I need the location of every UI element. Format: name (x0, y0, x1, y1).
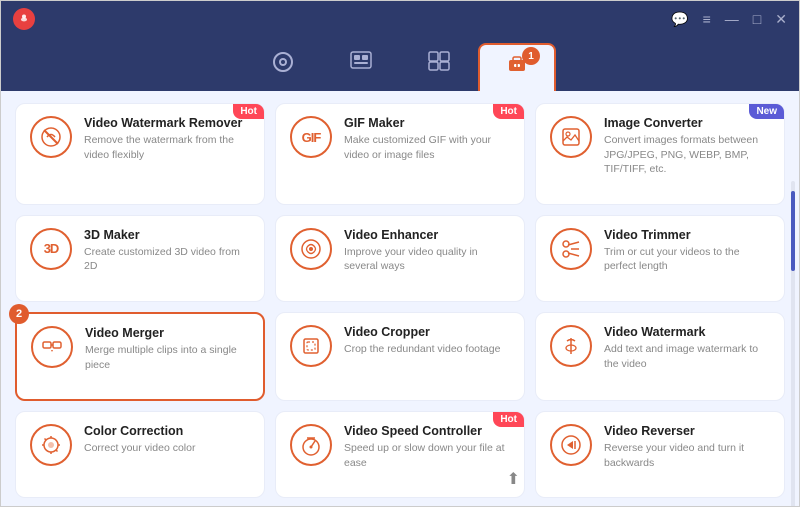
tool-name-video-enhancer: Video Enhancer (344, 228, 510, 242)
step-1-badge: 1 (522, 47, 540, 65)
tool-name-video-watermark: Video Watermark (604, 325, 770, 339)
tool-info-video-reverser: Video Reverser Reverse your video and tu… (604, 424, 770, 470)
tool-desc-video-watermark: Add text and image watermark to the vide… (604, 342, 770, 371)
tool-icon-video-trimmer (550, 228, 592, 270)
tool-desc-video-watermark-remover: Remove the watermark from the video flex… (84, 133, 250, 162)
tool-info-video-enhancer: Video Enhancer Improve your video qualit… (344, 228, 510, 274)
tool-icon-image-converter (550, 116, 592, 158)
tool-icon-color-correction (30, 424, 72, 466)
tool-name-video-merger: Video Merger (85, 326, 249, 340)
scrollbar-thumb (791, 191, 795, 271)
minimize-button[interactable]: — (725, 12, 739, 26)
tool-info-video-merger: Video Merger Merge multiple clips into a… (85, 326, 249, 372)
title-bar-controls: 💬 ≡ — □ ✕ (671, 12, 787, 26)
tool-card-video-merger[interactable]: 2 Video Merger Merge multiple clips into… (15, 312, 265, 401)
tool-card-video-speed-controller[interactable]: Hot Video Speed Controller Speed up or s… (275, 411, 525, 498)
tool-icon-3d-maker: 3D (30, 228, 72, 270)
tool-card-3d-maker[interactable]: 3D 3D Maker Create customized 3D video f… (15, 215, 265, 302)
tool-desc-video-cropper: Crop the redundant video footage (344, 342, 500, 357)
tool-name-video-watermark-remover: Video Watermark Remover (84, 116, 250, 130)
tool-desc-video-merger: Merge multiple clips into a single piece (85, 343, 249, 372)
tool-desc-video-speed-controller: Speed up or slow down your file at ease (344, 441, 510, 470)
nav-item-toolbox[interactable]: 1 (478, 43, 556, 91)
tool-card-video-watermark[interactable]: Video Watermark Add text and image water… (535, 312, 785, 401)
tool-icon-video-watermark (550, 325, 592, 367)
tool-name-gif-maker: GIF Maker (344, 116, 510, 130)
tool-card-video-cropper[interactable]: Video Cropper Crop the redundant video f… (275, 312, 525, 401)
tool-info-3d-maker: 3D Maker Create customized 3D video from… (84, 228, 250, 274)
tool-card-video-watermark-remover[interactable]: Hot Video Watermark Remover Remove the w… (15, 103, 265, 205)
tool-desc-video-reverser: Reverse your video and turn it backwards (604, 441, 770, 470)
nav-item-mv[interactable] (322, 43, 400, 91)
tool-card-video-trimmer[interactable]: Video Trimmer Trim or cut your videos to… (535, 215, 785, 302)
mv-icon (350, 51, 372, 73)
collage-icon (428, 51, 450, 75)
tool-desc-video-trimmer: Trim or cut your videos to the perfect l… (604, 245, 770, 274)
tool-icon-video-watermark-remover (30, 116, 72, 158)
tool-name-3d-maker: 3D Maker (84, 228, 250, 242)
tool-desc-gif-maker: Make customized GIF with your video or i… (344, 133, 510, 162)
tool-icon-video-speed-controller (290, 424, 332, 466)
tool-info-video-watermark: Video Watermark Add text and image water… (604, 325, 770, 371)
tool-name-video-reverser: Video Reverser (604, 424, 770, 438)
tool-desc-video-enhancer: Improve your video quality in several wa… (344, 245, 510, 274)
scroll-up-indicator[interactable]: ⬆ (507, 469, 520, 489)
tool-card-gif-maker[interactable]: Hot GIF GIF Maker Make customized GIF wi… (275, 103, 525, 205)
tool-name-video-speed-controller: Video Speed Controller (344, 424, 510, 438)
app-logo (13, 8, 35, 30)
step-2-card-badge: 2 (9, 304, 29, 324)
tool-icon-video-reverser (550, 424, 592, 466)
scrollbar[interactable] (791, 181, 795, 506)
tools-grid: Hot Video Watermark Remover Remove the w… (15, 103, 785, 498)
badge-gif-maker: Hot (493, 104, 524, 119)
tool-name-video-cropper: Video Cropper (344, 325, 500, 339)
nav-item-collage[interactable] (400, 43, 478, 91)
tool-card-image-converter[interactable]: New Image Converter Convert images forma… (535, 103, 785, 205)
tool-desc-image-converter: Convert images formats between JPG/JPEG,… (604, 133, 770, 177)
maximize-button[interactable]: □ (753, 12, 761, 26)
tool-info-video-cropper: Video Cropper Crop the redundant video f… (344, 325, 500, 357)
tool-icon-gif-maker: GIF (290, 116, 332, 158)
nav-bar: 1 (1, 37, 799, 91)
converter-icon (272, 51, 294, 77)
badge-video-speed-controller: Hot (493, 412, 524, 427)
tool-info-video-watermark-remover: Video Watermark Remover Remove the water… (84, 116, 250, 162)
title-bar: 💬 ≡ — □ ✕ (1, 1, 799, 37)
app-window: 💬 ≡ — □ ✕ (0, 0, 800, 507)
tool-info-gif-maker: GIF Maker Make customized GIF with your … (344, 116, 510, 162)
tool-card-color-correction[interactable]: Color Correction Correct your video colo… (15, 411, 265, 498)
content-area: Hot Video Watermark Remover Remove the w… (1, 91, 799, 506)
tool-icon-video-enhancer (290, 228, 332, 270)
tool-desc-3d-maker: Create customized 3D video from 2D (84, 245, 250, 274)
tool-card-video-enhancer[interactable]: Video Enhancer Improve your video qualit… (275, 215, 525, 302)
tool-name-image-converter: Image Converter (604, 116, 770, 130)
tool-info-video-speed-controller: Video Speed Controller Speed up or slow … (344, 424, 510, 470)
tool-name-color-correction: Color Correction (84, 424, 195, 438)
badge-image-converter: New (749, 104, 784, 119)
tool-icon-video-merger (31, 326, 73, 368)
badge-video-watermark-remover: Hot (233, 104, 264, 119)
menu-icon[interactable]: ≡ (703, 12, 711, 26)
tool-info-image-converter: Image Converter Convert images formats b… (604, 116, 770, 177)
tool-desc-color-correction: Correct your video color (84, 441, 195, 456)
tool-card-video-reverser[interactable]: Video Reverser Reverse your video and tu… (535, 411, 785, 498)
tool-info-color-correction: Color Correction Correct your video colo… (84, 424, 195, 456)
close-button[interactable]: ✕ (775, 12, 787, 26)
tool-icon-video-cropper (290, 325, 332, 367)
nav-item-converter[interactable] (244, 43, 322, 91)
title-bar-left (13, 8, 43, 30)
tool-name-video-trimmer: Video Trimmer (604, 228, 770, 242)
tool-info-video-trimmer: Video Trimmer Trim or cut your videos to… (604, 228, 770, 274)
chat-icon[interactable]: 💬 (671, 12, 688, 26)
